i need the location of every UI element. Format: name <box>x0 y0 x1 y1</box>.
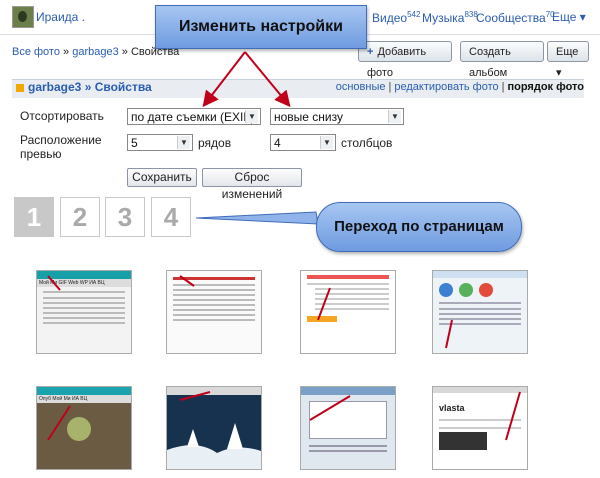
thumb-arrow <box>47 405 71 441</box>
thumb-arrow <box>309 395 351 421</box>
thumb-arrow <box>445 319 453 349</box>
thumb-arrow <box>179 275 195 287</box>
thumb-arrow <box>505 391 521 441</box>
thumbnail-arrows <box>47 275 521 441</box>
thumb-arrow <box>47 275 61 291</box>
thumb-arrow <box>317 287 331 321</box>
thumb-arrow <box>179 391 211 401</box>
